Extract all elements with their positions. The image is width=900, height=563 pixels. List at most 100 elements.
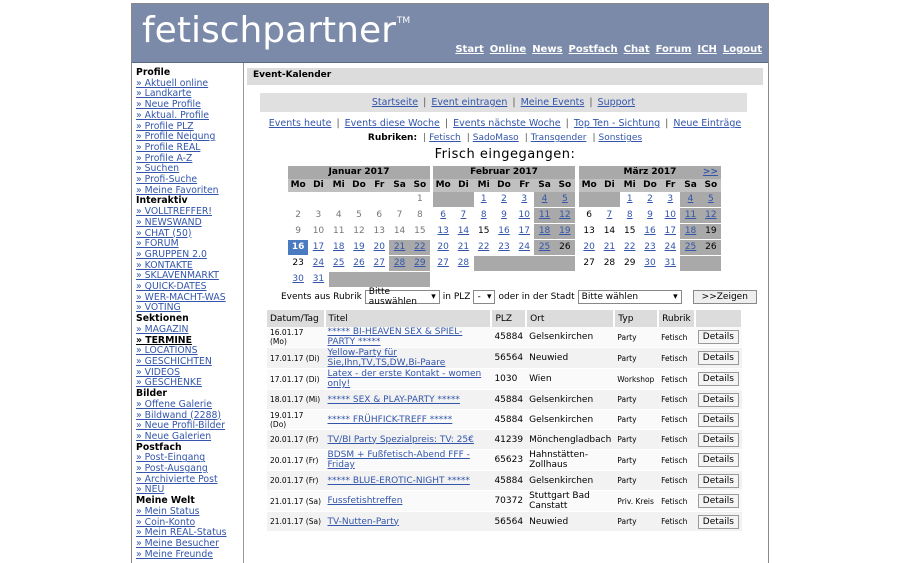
calendar-day[interactable]: 6	[433, 208, 453, 223]
quick-link[interactable]: Neue Einträge	[673, 118, 741, 129]
subnav-link[interactable]: Event eintragen	[431, 97, 507, 108]
calendar-day[interactable]: 16	[288, 240, 309, 255]
event-title-link[interactable]: ***** SEX & PLAY-PARTY *****	[328, 395, 460, 405]
calendar-day[interactable]: 12	[554, 208, 575, 223]
details-button[interactable]: Details	[697, 372, 739, 386]
calendar-day[interactable]: 28	[453, 256, 473, 271]
calendar-day[interactable]: 16	[640, 224, 660, 239]
topnav-start[interactable]: Start	[455, 44, 483, 55]
calendar-day[interactable]: 7	[599, 208, 619, 223]
topnav-chat[interactable]: Chat	[624, 44, 650, 55]
details-button[interactable]: Details	[697, 453, 739, 467]
calendar-day[interactable]: 11	[534, 208, 555, 223]
calendar-day[interactable]: 3	[514, 192, 534, 207]
next-month-link[interactable]: >>	[703, 166, 718, 179]
calendar-day[interactable]: 18	[534, 224, 555, 239]
sidebar-item[interactable]: » Mein Status	[136, 506, 244, 518]
site-logo[interactable]: fetischpartnerTM	[142, 10, 410, 51]
calendar-day[interactable]: 25	[329, 256, 349, 271]
sidebar-item[interactable]: » NEWSWAND	[136, 217, 244, 229]
rubrik-link[interactable]: Sonstiges	[598, 133, 642, 143]
calendar-day[interactable]: 21	[389, 240, 410, 255]
event-title-link[interactable]: TV/BI Party Spezialpreis: TV: 25€	[328, 435, 474, 445]
sidebar-item[interactable]: » Aktual. Profile	[136, 110, 244, 122]
calendar-day[interactable]: 19	[554, 224, 575, 239]
calendar-day[interactable]: 17	[308, 240, 328, 255]
topnav-news[interactable]: News	[532, 44, 562, 55]
event-title-link[interactable]: ***** BI-HEAVEN SEX & SPIEL-PARTY *****	[328, 327, 463, 347]
calendar-day[interactable]: 20	[369, 240, 389, 255]
topnav-postfach[interactable]: Postfach	[569, 44, 618, 55]
details-button[interactable]: Details	[697, 432, 739, 447]
calendar-day[interactable]: 8	[474, 208, 494, 223]
subnav-link[interactable]: Meine Events	[521, 97, 585, 108]
topnav-online[interactable]: Online	[490, 44, 526, 55]
calendar-day[interactable]: 25	[534, 240, 555, 255]
calendar-day[interactable]: 18	[329, 240, 349, 255]
quick-link[interactable]: Events heute	[269, 118, 332, 129]
calendar-day[interactable]: 1	[474, 192, 494, 207]
plz-select[interactable]: - ▾	[473, 290, 496, 304]
calendar-day[interactable]: 2	[640, 192, 660, 207]
calendar-day[interactable]: 25	[680, 240, 701, 255]
calendar-day[interactable]: 16	[494, 224, 514, 239]
calendar-day[interactable]: 21	[599, 240, 619, 255]
subnav-link[interactable]: Startseite	[372, 97, 418, 108]
calendar-day[interactable]: 20	[433, 240, 453, 255]
calendar-day[interactable]: 7	[453, 208, 473, 223]
calendar-day[interactable]: 10	[660, 208, 680, 223]
calendar-day[interactable]: 4	[534, 192, 555, 207]
calendar-day[interactable]: 2	[494, 192, 514, 207]
topnav-logout[interactable]: Logout	[723, 44, 762, 55]
calendar-day[interactable]: 5	[700, 192, 721, 207]
event-title-link[interactable]: ***** BLUE-EROTIC-NIGHT *****	[328, 476, 470, 486]
calendar-day[interactable]: 11	[680, 208, 701, 223]
calendar-day[interactable]: 3	[660, 192, 680, 207]
rubrik-link[interactable]: Fetisch	[429, 133, 461, 143]
calendar-day[interactable]: 23	[494, 240, 514, 255]
calendar-day[interactable]: 24	[308, 256, 328, 271]
calendar-day[interactable]: 31	[308, 272, 328, 287]
calendar-day[interactable]: 30	[288, 272, 308, 287]
event-title-link[interactable]: BDSM + Fußfetisch-Abend FFF - Friday	[328, 450, 470, 470]
calendar-day[interactable]: 4	[680, 192, 701, 207]
calendar-day[interactable]: 29	[409, 256, 430, 271]
details-button[interactable]: Details	[697, 473, 739, 488]
calendar-day[interactable]: 26	[349, 256, 369, 271]
rubrik-link[interactable]: SadoMaso	[473, 133, 519, 143]
event-title-link[interactable]: Fussfetishtreffen	[328, 496, 403, 506]
calendar-day[interactable]: 27	[433, 256, 453, 271]
event-title-link[interactable]: TV-Nutten-Party	[328, 517, 399, 527]
calendar-day[interactable]: 28	[389, 256, 410, 271]
event-title-link[interactable]: Yellow-Party für Sie,Ihn,TV,TS,DW,Bi-Paa…	[328, 348, 446, 368]
rubrik-select[interactable]: Bitte auswählen ▾	[364, 287, 440, 307]
sidebar-item[interactable]: » Neue Galerien	[136, 431, 244, 443]
calendar-day[interactable]: 23	[640, 240, 660, 255]
topnav-forum[interactable]: Forum	[656, 44, 692, 55]
calendar-day[interactable]: 9	[494, 208, 514, 223]
rubrik-link[interactable]: Transgender	[531, 133, 587, 143]
calendar-day[interactable]: 12	[700, 208, 721, 223]
details-button[interactable]: Details	[697, 330, 739, 344]
calendar-day[interactable]: 1	[620, 192, 640, 207]
calendar-day[interactable]: 30	[640, 256, 660, 271]
details-button[interactable]: Details	[697, 412, 739, 427]
calendar-day[interactable]: 21	[453, 240, 473, 255]
calendar-day[interactable]: 22	[620, 240, 640, 255]
calendar-day[interactable]: 24	[660, 240, 680, 255]
calendar-day[interactable]: 8	[620, 208, 640, 223]
calendar-day[interactable]: 10	[514, 208, 534, 223]
details-button[interactable]: Details	[697, 351, 739, 365]
calendar-day[interactable]: 18	[680, 224, 701, 239]
calendar-day[interactable]: 31	[660, 256, 680, 271]
quick-link[interactable]: Events diese Woche	[345, 118, 440, 129]
subnav-link[interactable]: Support	[598, 97, 636, 108]
details-button[interactable]: Details	[697, 514, 739, 529]
event-title-link[interactable]: Latex - der erste Kontakt - women only!	[328, 369, 482, 389]
calendar-day[interactable]: 13	[433, 224, 453, 239]
calendar-day[interactable]: 17	[660, 224, 680, 239]
calendar-day[interactable]: 17	[514, 224, 534, 239]
calendar-day[interactable]: 14	[453, 224, 473, 239]
calendar-day[interactable]: 5	[554, 192, 575, 207]
topnav-ich[interactable]: ICH	[697, 44, 716, 55]
